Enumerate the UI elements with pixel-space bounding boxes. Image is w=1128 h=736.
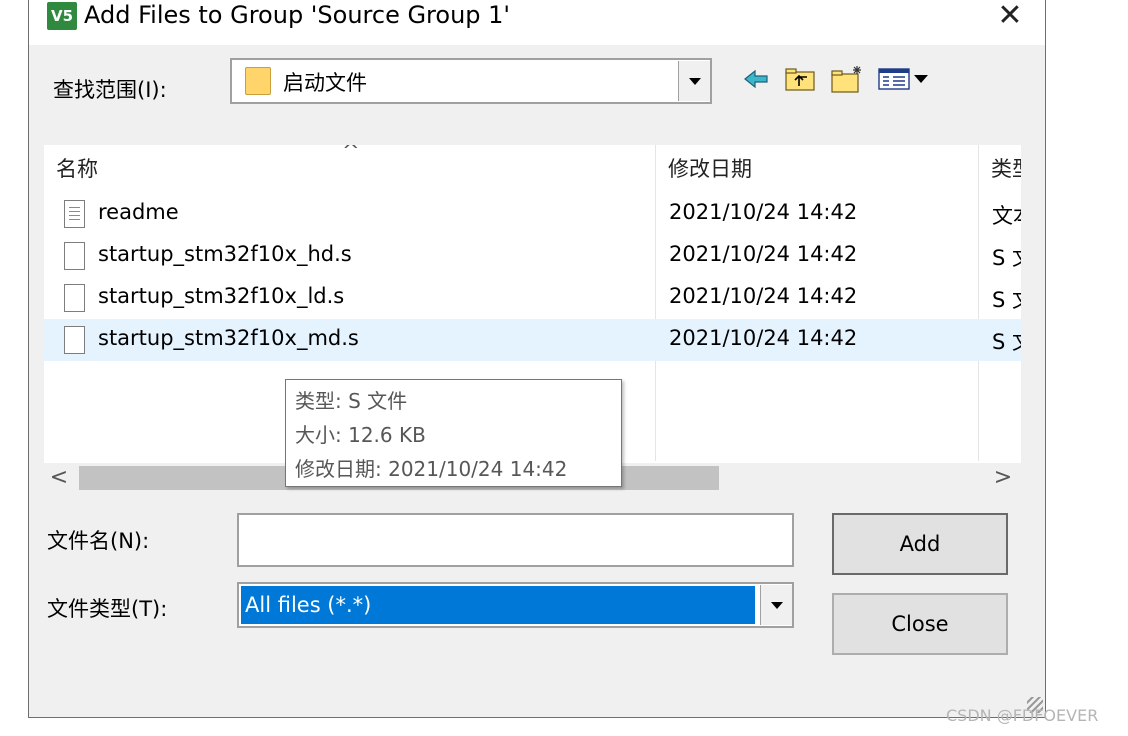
chevron-down-icon xyxy=(688,77,701,85)
sort-ascending-icon: ^ xyxy=(342,145,360,163)
file-name: startup_stm32f10x_md.s xyxy=(98,326,359,350)
file-name: startup_stm32f10x_hd.s xyxy=(98,242,352,266)
window-title: Add Files to Group 'Source Group 1' xyxy=(84,1,511,29)
chevron-down-icon xyxy=(770,601,783,609)
keil-app-icon: V5 xyxy=(47,2,77,30)
scroll-right-arrow[interactable]: > xyxy=(990,465,1016,490)
file-row-ld[interactable]: startup_stm32f10x_ld.s 2021/10/24 14:42 … xyxy=(44,277,1021,319)
file-type: S 文件 xyxy=(992,330,1021,354)
look-in-dropdown-button[interactable] xyxy=(678,61,710,101)
column-header-type[interactable]: 类型 xyxy=(991,153,1021,183)
file-type-label: 文件类型(T): xyxy=(47,597,168,621)
up-folder-icon xyxy=(785,68,815,91)
new-folder-button[interactable] xyxy=(829,61,865,97)
file-name-label: 文件名(N): xyxy=(47,529,150,553)
back-button[interactable] xyxy=(741,61,771,97)
add-button[interactable]: Add xyxy=(832,513,1008,575)
tooltip-size: 大小: 12.6 KB xyxy=(295,423,426,447)
file-icon xyxy=(64,242,85,270)
view-menu-button[interactable] xyxy=(875,61,933,97)
file-row-md[interactable]: startup_stm32f10x_md.s 2021/10/24 14:42 … xyxy=(44,319,1021,361)
file-name: readme xyxy=(98,200,179,224)
file-name: startup_stm32f10x_ld.s xyxy=(98,284,345,308)
file-date: 2021/10/24 14:42 xyxy=(669,326,858,350)
file-type: S 文件 xyxy=(992,288,1021,312)
look-in-value: 启动文件 xyxy=(283,71,367,95)
back-arrow-icon xyxy=(744,69,768,89)
tooltip-type: 类型: S 文件 xyxy=(295,389,408,413)
file-type-value: All files (*.*) xyxy=(241,586,755,624)
look-in-label: 查找范围(I): xyxy=(53,78,167,102)
look-in-combobox[interactable]: 启动文件 xyxy=(230,58,712,104)
file-row-readme[interactable]: readme 2021/10/24 14:42 文本 xyxy=(44,193,1021,235)
add-files-dialog: V5 Add Files to Group 'Source Group 1' ✕… xyxy=(28,0,1046,718)
view-menu-icon xyxy=(878,68,928,90)
column-header-name[interactable]: 名称 xyxy=(56,153,98,183)
close-button[interactable]: Close xyxy=(832,593,1008,655)
file-icon xyxy=(64,326,85,354)
file-type: S 文件 xyxy=(992,246,1021,270)
close-window-button[interactable]: ✕ xyxy=(985,0,1035,33)
up-folder-button[interactable] xyxy=(783,61,817,97)
file-type: 文本 xyxy=(992,204,1021,228)
column-header-date[interactable]: 修改日期 xyxy=(668,153,752,183)
watermark: CSDN @FDFOEVER xyxy=(946,706,1099,725)
title-bar[interactable]: V5 Add Files to Group 'Source Group 1' ✕ xyxy=(29,0,1045,45)
file-type-dropdown-button[interactable] xyxy=(760,585,792,625)
file-icon xyxy=(64,284,85,312)
folder-icon xyxy=(245,67,271,95)
new-folder-icon xyxy=(831,66,861,93)
file-type-combobox[interactable]: All files (*.*) xyxy=(237,582,794,628)
file-info-tooltip: 类型: S 文件 大小: 12.6 KB 修改日期: 2021/10/24 14… xyxy=(285,379,622,487)
file-date: 2021/10/24 14:42 xyxy=(669,242,858,266)
file-name-input[interactable] xyxy=(237,513,794,567)
tooltip-date: 修改日期: 2021/10/24 14:42 xyxy=(295,457,568,481)
scroll-left-arrow[interactable]: < xyxy=(46,465,72,490)
file-row-hd[interactable]: startup_stm32f10x_hd.s 2021/10/24 14:42 … xyxy=(44,235,1021,277)
text-file-icon xyxy=(64,200,85,228)
file-date: 2021/10/24 14:42 xyxy=(669,200,858,224)
file-date: 2021/10/24 14:42 xyxy=(669,284,858,308)
